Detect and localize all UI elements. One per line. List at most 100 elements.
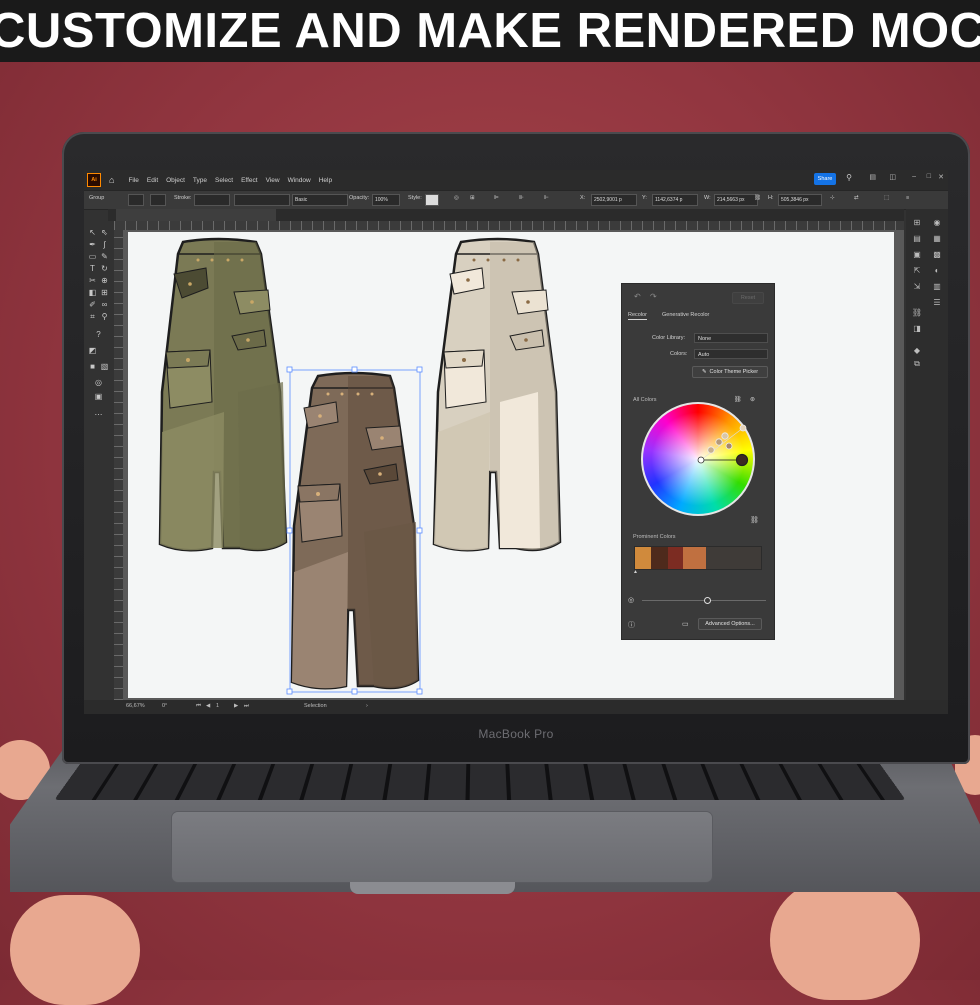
minimize-icon[interactable]: – <box>912 173 916 180</box>
color-marker[interactable] <box>697 456 705 464</box>
current-tool-status[interactable]: Selection <box>304 703 327 709</box>
symbols-icon[interactable]: ▩ <box>932 249 942 259</box>
menu-select[interactable]: Select <box>215 177 233 184</box>
cream-cargo-pants[interactable] <box>432 237 562 552</box>
maximize-icon[interactable]: □ <box>927 173 931 180</box>
blend-icon[interactable]: ∞ <box>99 299 110 310</box>
close-icon[interactable]: ✕ <box>938 173 944 181</box>
advanced-options-button[interactable]: Advanced Options... <box>698 618 762 630</box>
align-left-icon[interactable]: ⊫ <box>494 195 499 201</box>
link-colors-icon[interactable]: ⛓ <box>750 516 759 524</box>
align-right-icon[interactable]: ⊩ <box>544 195 549 201</box>
asset-export-icon[interactable]: ⧉ <box>912 359 922 369</box>
recolor-icon[interactable]: ◎ <box>454 195 459 201</box>
draw-mode-icon[interactable]: ◎ <box>93 377 104 388</box>
prev-artboard-icon[interactable]: ◀ <box>206 703 210 709</box>
libraries-icon[interactable]: ◉ <box>932 217 942 227</box>
prominent-color-swatch[interactable] <box>705 547 761 569</box>
edit-toolbar-icon[interactable]: ⋯ <box>93 409 104 420</box>
artboards-icon[interactable]: ◆ <box>912 345 922 355</box>
stroke-swatch[interactable] <box>150 194 166 206</box>
menu-object[interactable]: Object <box>166 177 185 184</box>
redo-icon[interactable]: ↷ <box>650 292 657 301</box>
color-marker[interactable] <box>721 432 729 440</box>
olive-cargo-pants[interactable] <box>158 237 288 552</box>
link-icon[interactable]: ⛓ <box>754 195 761 201</box>
h-field[interactable]: 505,3846 px <box>778 194 822 206</box>
opacity-field[interactable]: 100% <box>372 194 400 206</box>
align-icon[interactable]: ⊞ <box>470 195 475 201</box>
rotation-value[interactable]: 0° <box>162 703 167 709</box>
prominent-color-swatch[interactable] <box>651 547 668 569</box>
menu-view[interactable]: View <box>266 177 280 184</box>
undo-icon[interactable]: ↶ <box>634 292 641 301</box>
first-artboard-icon[interactable]: ⏮ <box>196 703 201 710</box>
next-artboard-icon[interactable]: ▶ <box>234 703 238 709</box>
transform-panel-icon[interactable]: ⇲ <box>912 281 922 291</box>
color-marker[interactable] <box>725 442 733 450</box>
home-icon[interactable]: ⌂ <box>109 175 114 185</box>
color-mode-icon[interactable]: ■ <box>87 361 98 372</box>
brushes-icon[interactable]: ▣ <box>912 249 922 259</box>
brush-field[interactable]: Basic <box>292 194 348 206</box>
screen-mode-icon[interactable]: ▣ <box>93 391 104 402</box>
prominent-colors-strip[interactable] <box>634 546 762 570</box>
help-icon[interactable]: ? <box>93 329 104 340</box>
reset-button[interactable]: Reset <box>732 292 764 304</box>
layers-icon[interactable]: ▤ <box>912 233 922 243</box>
swatches-icon[interactable]: ▦ <box>932 233 942 243</box>
app-logo[interactable]: Ai <box>87 173 101 187</box>
arrange-icon[interactable]: ◫ <box>889 173 896 181</box>
artboard-tool-icon[interactable]: ⌗ <box>87 311 98 322</box>
variable-width-field[interactable] <box>234 194 290 206</box>
color-guide-icon[interactable]: ◐ <box>932 265 942 275</box>
export-icon[interactable]: ⇱ <box>912 265 922 275</box>
gradient-mode-icon[interactable]: ▧ <box>99 361 110 372</box>
scissors-icon[interactable]: ✂ <box>87 275 98 286</box>
prominent-color-swatch[interactable] <box>635 547 652 569</box>
rectangle-tool-icon[interactable]: ▭ <box>87 251 98 262</box>
gradient-icon[interactable]: ◧ <box>87 287 98 298</box>
last-artboard-icon[interactable]: ⏭ <box>244 703 249 710</box>
eyedropper-icon[interactable]: ✐ <box>87 299 98 310</box>
appearance-icon[interactable]: ▥ <box>932 281 942 291</box>
tab-generative-recolor[interactable]: Generative Recolor <box>662 312 709 318</box>
color-theme-picker-button[interactable]: ✎ Color Theme Picker <box>692 366 768 378</box>
status-arrow-icon[interactable]: › <box>366 703 368 709</box>
panel-menu-icon[interactable]: ≡ <box>906 195 909 201</box>
folder-icon[interactable]: ▭ <box>682 620 689 628</box>
artboard-number[interactable]: 1 <box>216 703 219 709</box>
shape-builder-icon[interactable]: ⊕ <box>99 275 110 286</box>
colors-select[interactable]: Auto <box>694 349 768 359</box>
saturation-slider-thumb[interactable] <box>704 597 711 604</box>
document-tab[interactable] <box>116 209 276 221</box>
fill-stroke-icon[interactable]: ◩ <box>87 345 98 356</box>
strip-handle-icon[interactable]: ▲ <box>633 569 638 575</box>
properties-icon[interactable]: ⊞ <box>912 217 922 227</box>
pen-tool-icon[interactable]: ✒ <box>87 239 98 250</box>
direct-selection-icon[interactable]: ⇖ <box>99 227 110 238</box>
x-field[interactable]: 2502,9001 p <box>591 194 637 206</box>
menu-file[interactable]: File <box>128 177 138 184</box>
fill-swatch[interactable] <box>128 194 144 206</box>
curvature-icon[interactable]: ∫ <box>99 239 110 250</box>
style-swatch[interactable] <box>425 194 439 206</box>
transform-icon[interactable]: ⊹ <box>830 195 835 201</box>
menu-edit[interactable]: Edit <box>147 177 158 184</box>
color-marker[interactable] <box>739 424 747 432</box>
isolate-icon[interactable]: ⬚ <box>884 195 889 201</box>
base-color-marker[interactable] <box>735 453 749 467</box>
zoom-level[interactable]: 66,67% <box>126 703 145 709</box>
zoom-tool-icon[interactable]: ⚲ <box>99 311 110 322</box>
workspace-icon[interactable]: ▤ <box>869 173 876 181</box>
pencil-tool-icon[interactable]: ✎ <box>99 251 110 262</box>
mesh-icon[interactable]: ⊞ <box>99 287 110 298</box>
color-library-select[interactable]: None <box>694 333 768 343</box>
menu-effect[interactable]: Effect <box>241 177 258 184</box>
prominent-color-swatch[interactable] <box>682 547 706 569</box>
menu-type[interactable]: Type <box>193 177 207 184</box>
selection-tool-icon[interactable]: ↖ <box>87 227 98 238</box>
rotate-tool-icon[interactable]: ↻ <box>99 263 110 274</box>
color-marker[interactable] <box>715 438 723 446</box>
share-button[interactable]: Share <box>814 173 836 185</box>
